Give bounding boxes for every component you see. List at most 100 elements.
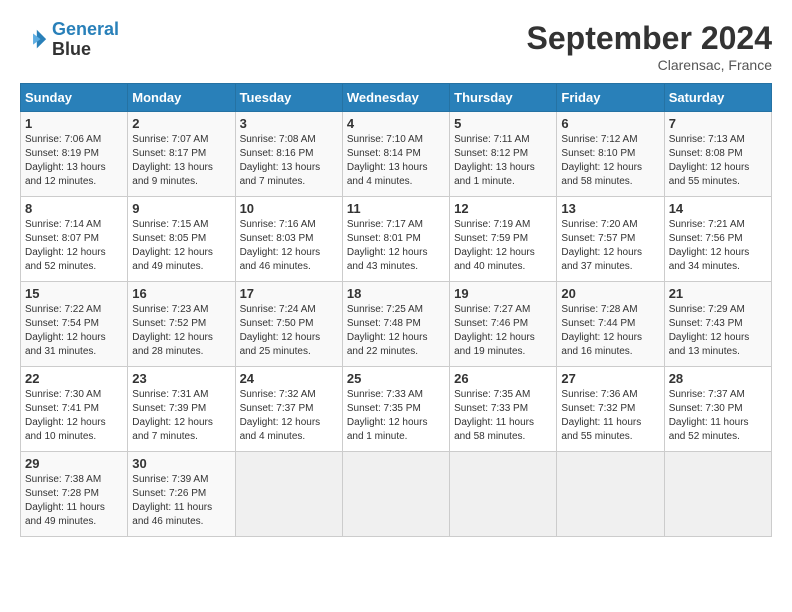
calendar-day: 7 Sunrise: 7:13 AMSunset: 8:08 PMDayligh… [664, 112, 771, 197]
day-number: 20 [561, 286, 659, 301]
day-info: Sunrise: 7:11 AMSunset: 8:12 PMDaylight:… [454, 133, 552, 189]
day-info: Sunrise: 7:39 AMSunset: 7:26 PMDaylight:… [132, 473, 230, 529]
calendar-day: 18 Sunrise: 7:25 AMSunset: 7:48 PMDaylig… [342, 282, 449, 367]
day-info: Sunrise: 7:08 AMSunset: 8:16 PMDaylight:… [240, 133, 338, 189]
day-info: Sunrise: 7:25 AMSunset: 7:48 PMDaylight:… [347, 303, 445, 359]
day-number: 2 [132, 116, 230, 131]
calendar-week-row: 22 Sunrise: 7:30 AMSunset: 7:41 PMDaylig… [21, 367, 772, 452]
empty-cell [342, 452, 449, 537]
day-info: Sunrise: 7:16 AMSunset: 8:03 PMDaylight:… [240, 218, 338, 274]
day-info: Sunrise: 7:15 AMSunset: 8:05 PMDaylight:… [132, 218, 230, 274]
calendar-day: 19 Sunrise: 7:27 AMSunset: 7:46 PMDaylig… [450, 282, 557, 367]
day-info: Sunrise: 7:37 AMSunset: 7:30 PMDaylight:… [669, 388, 767, 444]
header-sunday: Sunday [21, 84, 128, 112]
calendar-day: 28 Sunrise: 7:37 AMSunset: 7:30 PMDaylig… [664, 367, 771, 452]
calendar-day: 15 Sunrise: 7:22 AMSunset: 7:54 PMDaylig… [21, 282, 128, 367]
calendar-week-row: 15 Sunrise: 7:22 AMSunset: 7:54 PMDaylig… [21, 282, 772, 367]
day-info: Sunrise: 7:33 AMSunset: 7:35 PMDaylight:… [347, 388, 445, 444]
day-number: 29 [25, 456, 123, 471]
calendar-day: 5 Sunrise: 7:11 AMSunset: 8:12 PMDayligh… [450, 112, 557, 197]
page-header: General Blue September 2024 Clarensac, F… [20, 20, 772, 73]
calendar-day: 27 Sunrise: 7:36 AMSunset: 7:32 PMDaylig… [557, 367, 664, 452]
calendar-day: 17 Sunrise: 7:24 AMSunset: 7:50 PMDaylig… [235, 282, 342, 367]
calendar-day: 22 Sunrise: 7:30 AMSunset: 7:41 PMDaylig… [21, 367, 128, 452]
day-info: Sunrise: 7:10 AMSunset: 8:14 PMDaylight:… [347, 133, 445, 189]
logo: General Blue [20, 20, 119, 60]
day-number: 8 [25, 201, 123, 216]
day-number: 14 [669, 201, 767, 216]
day-number: 4 [347, 116, 445, 131]
day-number: 27 [561, 371, 659, 386]
day-info: Sunrise: 7:06 AMSunset: 8:19 PMDaylight:… [25, 133, 123, 189]
logo-text: General Blue [52, 20, 119, 60]
calendar-day: 9 Sunrise: 7:15 AMSunset: 8:05 PMDayligh… [128, 197, 235, 282]
day-info: Sunrise: 7:30 AMSunset: 7:41 PMDaylight:… [25, 388, 123, 444]
day-number: 16 [132, 286, 230, 301]
day-number: 11 [347, 201, 445, 216]
day-info: Sunrise: 7:38 AMSunset: 7:28 PMDaylight:… [25, 473, 123, 529]
empty-cell [450, 452, 557, 537]
calendar-table: Sunday Monday Tuesday Wednesday Thursday… [20, 83, 772, 537]
day-number: 23 [132, 371, 230, 386]
day-number: 22 [25, 371, 123, 386]
empty-cell [235, 452, 342, 537]
calendar-day: 26 Sunrise: 7:35 AMSunset: 7:33 PMDaylig… [450, 367, 557, 452]
calendar-day: 4 Sunrise: 7:10 AMSunset: 8:14 PMDayligh… [342, 112, 449, 197]
calendar-day: 13 Sunrise: 7:20 AMSunset: 7:57 PMDaylig… [557, 197, 664, 282]
day-number: 24 [240, 371, 338, 386]
calendar-day: 10 Sunrise: 7:16 AMSunset: 8:03 PMDaylig… [235, 197, 342, 282]
header-wednesday: Wednesday [342, 84, 449, 112]
header-tuesday: Tuesday [235, 84, 342, 112]
day-info: Sunrise: 7:36 AMSunset: 7:32 PMDaylight:… [561, 388, 659, 444]
day-number: 17 [240, 286, 338, 301]
logo-icon [20, 26, 48, 54]
day-info: Sunrise: 7:20 AMSunset: 7:57 PMDaylight:… [561, 218, 659, 274]
day-info: Sunrise: 7:13 AMSunset: 8:08 PMDaylight:… [669, 133, 767, 189]
calendar-day: 30 Sunrise: 7:39 AMSunset: 7:26 PMDaylig… [128, 452, 235, 537]
day-number: 28 [669, 371, 767, 386]
header-saturday: Saturday [664, 84, 771, 112]
day-number: 5 [454, 116, 552, 131]
day-number: 12 [454, 201, 552, 216]
day-number: 19 [454, 286, 552, 301]
header-friday: Friday [557, 84, 664, 112]
location: Clarensac, France [527, 57, 772, 73]
calendar-day: 3 Sunrise: 7:08 AMSunset: 8:16 PMDayligh… [235, 112, 342, 197]
day-number: 26 [454, 371, 552, 386]
calendar-day: 1 Sunrise: 7:06 AMSunset: 8:19 PMDayligh… [21, 112, 128, 197]
day-number: 10 [240, 201, 338, 216]
title-block: September 2024 Clarensac, France [527, 20, 772, 73]
header-monday: Monday [128, 84, 235, 112]
calendar-week-row: 8 Sunrise: 7:14 AMSunset: 8:07 PMDayligh… [21, 197, 772, 282]
day-number: 15 [25, 286, 123, 301]
day-number: 1 [25, 116, 123, 131]
calendar-day: 16 Sunrise: 7:23 AMSunset: 7:52 PMDaylig… [128, 282, 235, 367]
calendar-day: 2 Sunrise: 7:07 AMSunset: 8:17 PMDayligh… [128, 112, 235, 197]
day-info: Sunrise: 7:21 AMSunset: 7:56 PMDaylight:… [669, 218, 767, 274]
weekday-header-row: Sunday Monday Tuesday Wednesday Thursday… [21, 84, 772, 112]
day-number: 18 [347, 286, 445, 301]
calendar-week-row: 1 Sunrise: 7:06 AMSunset: 8:19 PMDayligh… [21, 112, 772, 197]
calendar-day: 12 Sunrise: 7:19 AMSunset: 7:59 PMDaylig… [450, 197, 557, 282]
calendar-week-row: 29 Sunrise: 7:38 AMSunset: 7:28 PMDaylig… [21, 452, 772, 537]
calendar-day: 20 Sunrise: 7:28 AMSunset: 7:44 PMDaylig… [557, 282, 664, 367]
calendar-day: 14 Sunrise: 7:21 AMSunset: 7:56 PMDaylig… [664, 197, 771, 282]
day-info: Sunrise: 7:28 AMSunset: 7:44 PMDaylight:… [561, 303, 659, 359]
calendar-day: 11 Sunrise: 7:17 AMSunset: 8:01 PMDaylig… [342, 197, 449, 282]
calendar-day: 8 Sunrise: 7:14 AMSunset: 8:07 PMDayligh… [21, 197, 128, 282]
day-info: Sunrise: 7:12 AMSunset: 8:10 PMDaylight:… [561, 133, 659, 189]
day-number: 6 [561, 116, 659, 131]
day-info: Sunrise: 7:27 AMSunset: 7:46 PMDaylight:… [454, 303, 552, 359]
day-number: 9 [132, 201, 230, 216]
month-title: September 2024 [527, 20, 772, 57]
day-info: Sunrise: 7:23 AMSunset: 7:52 PMDaylight:… [132, 303, 230, 359]
calendar-day: 25 Sunrise: 7:33 AMSunset: 7:35 PMDaylig… [342, 367, 449, 452]
empty-cell [664, 452, 771, 537]
day-number: 13 [561, 201, 659, 216]
day-info: Sunrise: 7:22 AMSunset: 7:54 PMDaylight:… [25, 303, 123, 359]
header-thursday: Thursday [450, 84, 557, 112]
day-info: Sunrise: 7:07 AMSunset: 8:17 PMDaylight:… [132, 133, 230, 189]
day-number: 25 [347, 371, 445, 386]
day-info: Sunrise: 7:29 AMSunset: 7:43 PMDaylight:… [669, 303, 767, 359]
day-info: Sunrise: 7:31 AMSunset: 7:39 PMDaylight:… [132, 388, 230, 444]
